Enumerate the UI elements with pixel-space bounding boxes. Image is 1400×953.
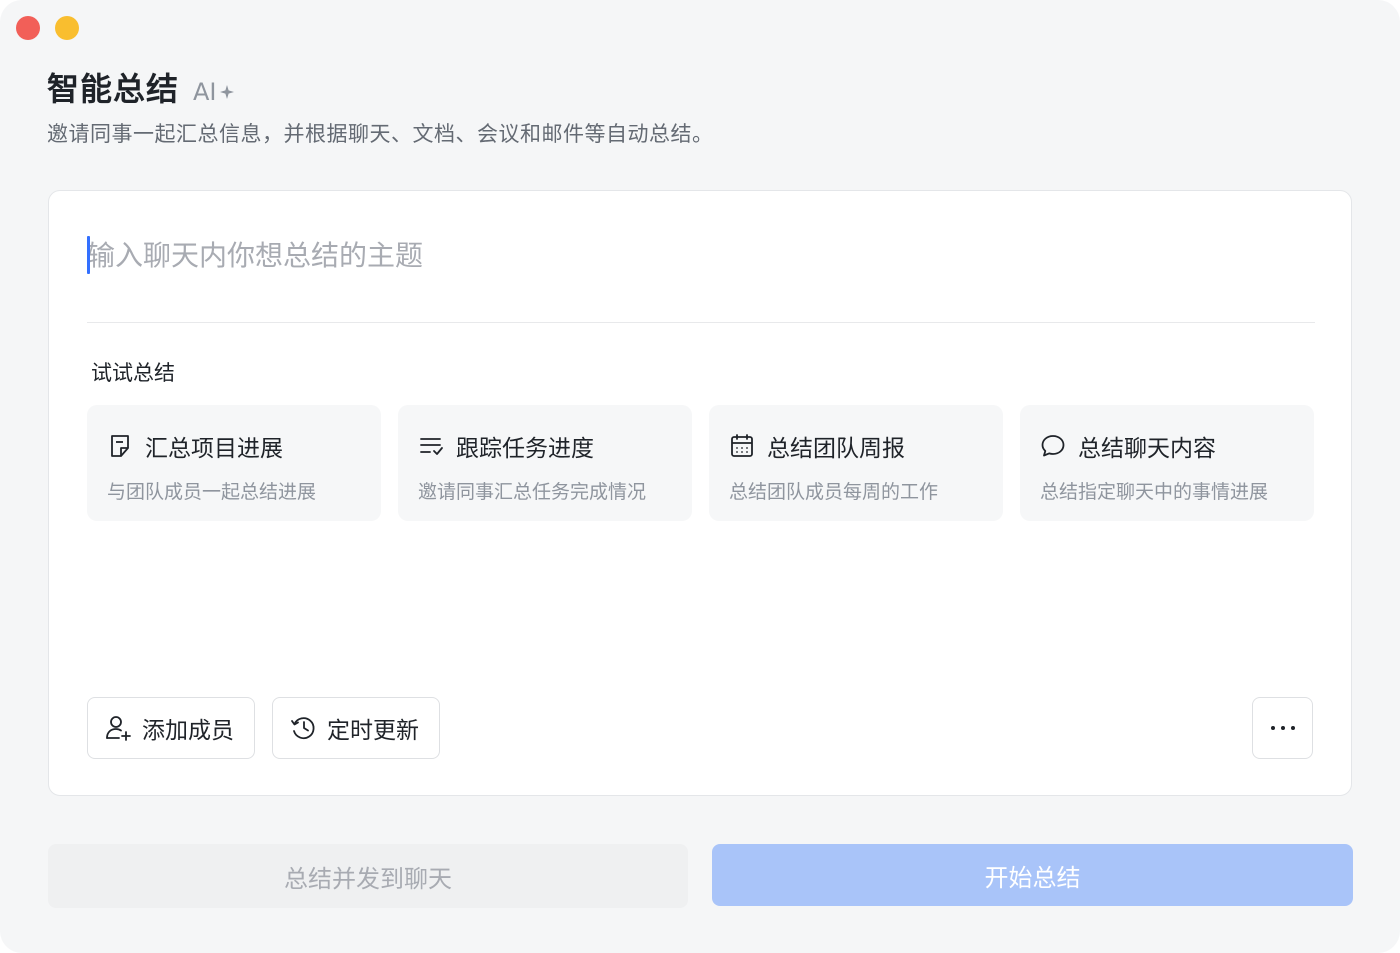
summary-panel: 试试总结 汇总项目进展 与团队成员一起总结进展 (48, 190, 1352, 796)
more-icon-dot (1280, 726, 1285, 730)
input-divider (87, 322, 1315, 323)
suggestion-cards: 汇总项目进展 与团队成员一起总结进展 跟踪任务进度 邀请同事汇总任务完成情况 总… (87, 405, 1314, 521)
header: 智能总结 AI (47, 64, 235, 110)
clock-refresh-icon (291, 717, 315, 740)
suggestion-card-desc: 与团队成员一起总结进展 (107, 481, 317, 503)
calendar-icon (731, 434, 753, 457)
more-button[interactable] (1252, 697, 1313, 759)
suggestion-card-title: 总结聊天内容 (1078, 436, 1216, 462)
text-caret (87, 236, 90, 274)
ai-badge-label: AI (193, 78, 217, 106)
suggestions-label: 试试总结 (91, 361, 175, 385)
suggestion-card-desc: 总结指定聊天中的事情进展 (1040, 481, 1269, 503)
chat-bubble-icon (1041, 435, 1065, 457)
suggestion-card-title: 跟踪任务进度 (456, 436, 594, 462)
panel-actions: 添加成员 定时更新 (87, 697, 440, 759)
summary-window: 智能总结 AI 邀请同事一起汇总信息，并根据聊天、文档、会议和邮件等自动总结。 … (0, 0, 1400, 953)
more-icon-dot (1290, 726, 1295, 730)
add-members-label: 添加成员 (142, 718, 234, 744)
close-window-button[interactable] (16, 16, 40, 40)
suggestion-card-task-progress[interactable]: 跟踪任务进度 邀请同事汇总任务完成情况 (398, 405, 692, 521)
page-title: 智能总结 (47, 70, 180, 108)
more-icon (1270, 726, 1275, 730)
topic-input[interactable] (87, 229, 1315, 281)
add-user-icon (106, 716, 131, 741)
send-to-chat-button[interactable]: 总结并发到聊天 (48, 844, 688, 908)
suggestion-card-weekly-report[interactable]: 总结团队周报 总结团队成员每周的工作 (709, 405, 1003, 521)
suggestion-card-chat-content[interactable]: 总结聊天内容 总结指定聊天中的事情进展 (1020, 405, 1314, 521)
window-controls (16, 16, 79, 40)
minimize-window-button[interactable] (55, 16, 79, 40)
scheduled-update-button[interactable]: 定时更新 (272, 697, 440, 759)
suggestion-card-title: 汇总项目进展 (145, 436, 283, 462)
document-icon (111, 435, 129, 457)
suggestion-card-title: 总结团队周报 (767, 436, 905, 462)
ai-badge: AI (193, 78, 235, 106)
suggestion-card-desc: 总结团队成员每周的工作 (729, 481, 939, 503)
start-summary-button[interactable]: 开始总结 (712, 844, 1353, 906)
task-list-icon (420, 438, 443, 455)
suggestion-card-project-progress[interactable]: 汇总项目进展 与团队成员一起总结进展 (87, 405, 381, 521)
scheduled-update-label: 定时更新 (327, 718, 419, 744)
suggestion-card-desc: 邀请同事汇总任务完成情况 (418, 481, 647, 503)
sparkle-icon (219, 85, 234, 99)
add-members-button[interactable]: 添加成员 (87, 697, 255, 759)
page-subtitle: 邀请同事一起汇总信息，并根据聊天、文档、会议和邮件等自动总结。 (47, 122, 714, 146)
